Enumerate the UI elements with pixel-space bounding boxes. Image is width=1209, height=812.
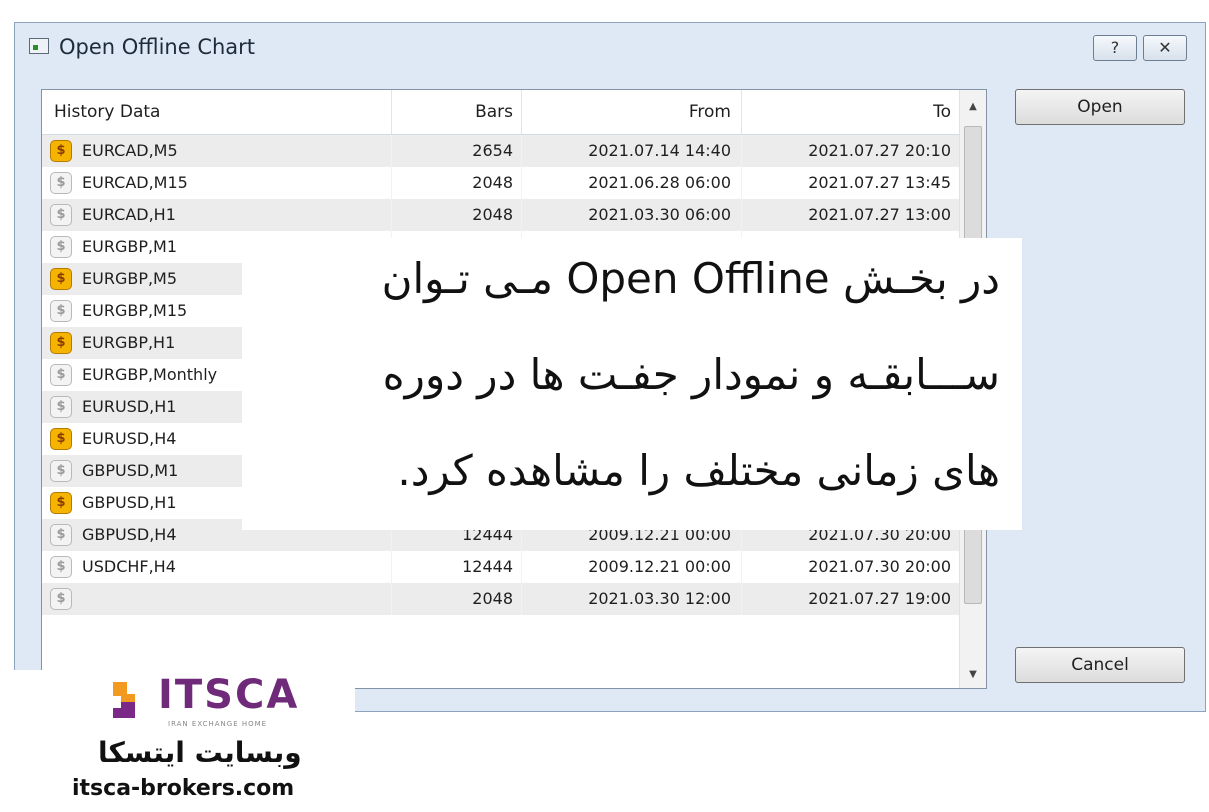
dollar-symbol-icon: $ (50, 428, 72, 450)
table-row[interactable]: $ USDCHF,H4 12444 2009.12.21 00:00 2021.07.3… (42, 551, 962, 583)
column-header-bars[interactable]: Bars (392, 90, 522, 134)
to-cell: 2021.07.27 13:45 (742, 167, 962, 199)
to-cell: 2021.07.27 19:00 (742, 583, 962, 615)
symbol-label: USDCHF,H4 (82, 557, 176, 576)
symbol-cell: $ (42, 583, 392, 615)
dollar-symbol-icon: $ (50, 268, 72, 290)
close-button[interactable]: ✕ (1143, 35, 1187, 61)
dollar-symbol-icon: $ (50, 364, 72, 386)
symbol-cell: $ EURCAD,H1 (42, 199, 392, 231)
table-row[interactable]: $ EURCAD,H1 2048 2021.03.30 06:00 2021.07.27… (42, 199, 962, 231)
column-header-to[interactable]: To (742, 90, 962, 134)
bars-cell: 12444 (392, 551, 522, 583)
from-cell: 2021.07.14 14:40 (522, 135, 742, 167)
from-cell: 2021.03.30 12:00 (522, 583, 742, 615)
logo-subtitle: IRAN EXCHANGE HOME (168, 720, 268, 728)
logo-site-name: وبسایت ایتسکا (98, 736, 302, 769)
open-button[interactable]: Open (1015, 89, 1185, 125)
symbol-label: EURGBP,M1 (82, 237, 178, 256)
symbol-label: GBPUSD,H1 (82, 493, 177, 512)
bars-cell: 2654 (392, 135, 522, 167)
symbol-cell: $ EURCAD,M15 (42, 167, 392, 199)
symbol-label: EURUSD,H4 (82, 429, 177, 448)
symbol-cell: $ EURCAD,M5 (42, 135, 392, 167)
help-button[interactable]: ? (1093, 35, 1137, 61)
symbol-label: GBPUSD,M1 (82, 461, 179, 480)
logo-brand-text: ITSCA (158, 672, 300, 718)
symbol-label: EURGBP,M15 (82, 301, 188, 320)
dollar-symbol-icon: $ (50, 492, 72, 514)
from-cell: 2009.12.21 00:00 (522, 551, 742, 583)
symbol-label: EURGBP,Monthly (82, 365, 218, 384)
logo-url: itsca-brokers.com (72, 776, 295, 801)
caption-line-2: ســـابقـه و نمودار جفـت ها در دوره (382, 350, 1000, 399)
column-header-history-data[interactable]: History Data (42, 90, 392, 134)
table-header: History Data Bars From To (42, 90, 962, 135)
scroll-up-arrow-icon[interactable]: ▲ (960, 94, 986, 120)
scroll-down-arrow-icon[interactable]: ▼ (960, 662, 986, 688)
column-header-from[interactable]: From (522, 90, 742, 134)
symbol-label: EURCAD,M5 (82, 141, 178, 160)
dollar-symbol-icon: $ (50, 460, 72, 482)
symbol-label: EURCAD,M15 (82, 173, 188, 192)
cancel-button[interactable]: Cancel (1015, 647, 1185, 683)
table-row[interactable]: $2048 2021.03.30 12:00 2021.07.27 19:00 (42, 583, 962, 615)
caption-overlay: در بخـش Open Offline مـی تـوان ســـابقـه… (242, 238, 1022, 530)
to-cell: 2021.07.27 13:00 (742, 199, 962, 231)
symbol-label: EURGBP,M5 (82, 269, 178, 288)
dollar-symbol-icon: $ (50, 588, 72, 610)
to-cell: 2021.07.27 20:10 (742, 135, 962, 167)
dollar-symbol-icon: $ (50, 236, 72, 258)
dollar-symbol-icon: $ (50, 396, 72, 418)
dollar-symbol-icon: $ (50, 332, 72, 354)
caption-line-3: های زمانی مختلف را مشاهده کرد. (397, 446, 1000, 495)
bars-cell: 2048 (392, 199, 522, 231)
itsca-logo-watermark: ITSCA IRAN EXCHANGE HOME وبسایت ایتسکا i… (0, 670, 355, 812)
window-title: Open Offline Chart (59, 35, 256, 59)
caption-line-1: در بخـش Open Offline مـی تـوان (381, 254, 1000, 303)
from-cell: 2021.03.30 06:00 (522, 199, 742, 231)
dollar-symbol-icon: $ (50, 300, 72, 322)
dollar-symbol-icon: $ (50, 556, 72, 578)
dollar-symbol-icon: $ (50, 524, 72, 546)
dollar-symbol-icon: $ (50, 204, 72, 226)
title-bar: Open Offline Chart ? ✕ (15, 23, 1205, 73)
chart-window-icon (29, 38, 49, 54)
to-cell: 2021.07.30 20:00 (742, 551, 962, 583)
from-cell: 2021.06.28 06:00 (522, 167, 742, 199)
dollar-symbol-icon: $ (50, 140, 72, 162)
table-row[interactable]: $ EURCAD,M15 2048 2021.06.28 06:00 2021.07.2… (42, 167, 962, 199)
symbol-label: EURCAD,H1 (82, 205, 176, 224)
table-row[interactable]: $ EURCAD,M5 2654 2021.07.14 14:40 2021.07.27… (42, 135, 962, 167)
bars-cell: 2048 (392, 167, 522, 199)
symbol-label: GBPUSD,H4 (82, 525, 177, 544)
symbol-label: EURGBP,H1 (82, 333, 176, 352)
itsca-logo-icon (113, 682, 135, 718)
symbol-label: EURUSD,H1 (82, 397, 177, 416)
symbol-cell: $ USDCHF,H4 (42, 551, 392, 583)
dollar-symbol-icon: $ (50, 172, 72, 194)
bars-cell: 2048 (392, 583, 522, 615)
